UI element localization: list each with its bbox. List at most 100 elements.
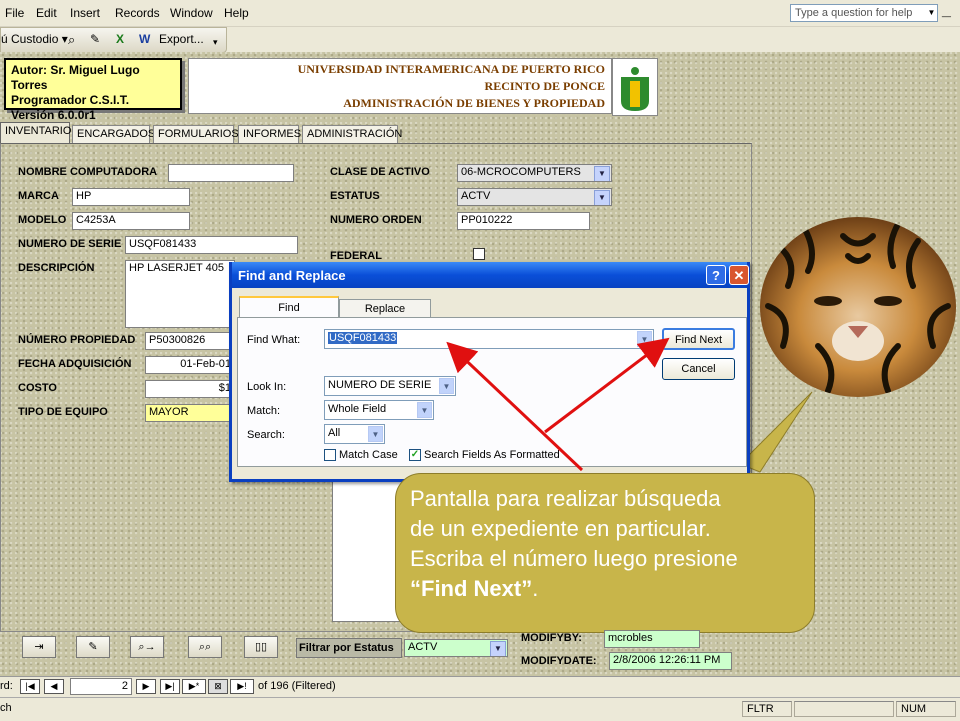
- clase-activo-combo[interactable]: 06-MCROCOMPUTERS ▼: [457, 164, 612, 182]
- modelo-field[interactable]: C4253A: [72, 212, 190, 230]
- edit-pencil-icon[interactable]: ✎: [90, 32, 100, 46]
- menu-help[interactable]: Help: [224, 6, 249, 20]
- university-logo: [612, 58, 658, 116]
- filter-label: Filtrar por Estatus: [296, 638, 402, 658]
- book-button[interactable]: ▯▯: [244, 636, 278, 658]
- ask-question-input[interactable]: Type a question for help: [790, 4, 938, 22]
- label-modelo: MODELO: [18, 214, 67, 226]
- previous-record-icon[interactable]: ◀: [44, 679, 64, 694]
- marca-field[interactable]: HP: [72, 188, 190, 206]
- tab-informes[interactable]: INFORMES: [238, 125, 301, 143]
- chevron-down-icon[interactable]: ▼: [594, 190, 610, 205]
- label-clase-activo: CLASE DE ACTIVO: [330, 166, 430, 178]
- callout-line: Escriba el número luego presione: [410, 546, 738, 571]
- save-button[interactable]: ✎: [76, 636, 110, 658]
- toolbar-options-icon[interactable]: ▾: [213, 37, 218, 48]
- tab-find[interactable]: Find: [239, 296, 339, 318]
- modifydate-field: 2/8/2006 12:26:11 PM: [609, 652, 732, 670]
- find-records-button[interactable]: ⌕→: [130, 636, 164, 658]
- estatus-value: ACTV: [461, 190, 491, 202]
- filter-estatus-combo[interactable]: ACTV ▼: [404, 639, 508, 657]
- dialog-title: Find and Replace: [238, 268, 346, 283]
- clase-activo-value: 06-MCROCOMPUTERS: [461, 166, 581, 178]
- search-value: All: [328, 427, 341, 439]
- exit-button[interactable]: ⇥: [22, 636, 56, 658]
- binoculars-icon: ⌕⌕: [198, 641, 212, 653]
- chevron-down-icon[interactable]: ▼: [637, 331, 652, 347]
- chevron-down-icon[interactable]: ▼: [368, 426, 383, 442]
- menu-insert[interactable]: Insert: [70, 6, 100, 20]
- excel-icon[interactable]: X: [116, 32, 124, 46]
- delete-record-icon[interactable]: ⊠: [208, 679, 228, 694]
- search-label: Search:: [247, 429, 285, 441]
- custodio-label: ú Custodio: [1, 32, 59, 46]
- tab-replace[interactable]: Replace: [339, 299, 431, 318]
- current-record-input[interactable]: 2: [70, 678, 132, 695]
- menu-window[interactable]: Window: [170, 6, 213, 20]
- ask-dropdown-icon[interactable]: ▼: [926, 5, 937, 21]
- cancel-button[interactable]: Cancel: [662, 358, 735, 380]
- record-navigation: rd: |◀ ◀ 2 ▶ ▶| ▶* ⊠ ▶! of 196 (Filtered…: [0, 676, 960, 697]
- numero-orden-field[interactable]: PP010222: [457, 212, 590, 230]
- close-icon[interactable]: ✕: [729, 265, 749, 285]
- first-record-icon[interactable]: |◀: [20, 679, 40, 694]
- label-costo: COSTO: [18, 382, 57, 394]
- callout-find-next: “Find Next”: [410, 576, 533, 601]
- look-in-value: NUMERO DE SERIE: [328, 379, 432, 391]
- find-what-input[interactable]: USQF081433 ▼: [324, 329, 654, 349]
- chevron-down-icon[interactable]: ▼: [490, 641, 506, 656]
- look-in-select[interactable]: NUMERO DE SERIE ▼: [324, 376, 456, 396]
- chevron-down-icon[interactable]: ▼: [439, 378, 454, 394]
- descripcion-field[interactable]: HP LASERJET 405: [125, 260, 235, 328]
- match-label: Match:: [247, 405, 281, 417]
- status-bar: ch FLTR NUM: [0, 697, 960, 721]
- dialog-title-bar[interactable]: Find and Replace ? ✕: [232, 262, 749, 288]
- tab-inventario[interactable]: INVENTARIO: [0, 122, 71, 144]
- fecha-adquisicion-field[interactable]: 01-Feb-01: [145, 356, 235, 374]
- minimize-icon[interactable]: _: [942, 2, 951, 20]
- tipo-equipo-field[interactable]: MAYOR: [145, 404, 235, 422]
- federal-checkbox[interactable]: [473, 248, 485, 260]
- author-line: Versión 6.0.0r1: [11, 108, 96, 122]
- search-formatted-checkbox[interactable]: ✓: [409, 449, 421, 461]
- record-count: of 196 (Filtered): [258, 680, 336, 692]
- last-record-icon[interactable]: ▶|: [160, 679, 180, 694]
- export-button[interactable]: Export...: [159, 32, 204, 46]
- help-icon[interactable]: ?: [706, 265, 726, 285]
- menu-file[interactable]: File: [5, 6, 24, 20]
- label-fecha-adquisicion: FECHA ADQUISICIÓN: [18, 358, 132, 370]
- word-icon[interactable]: W: [139, 32, 150, 46]
- chevron-down-icon[interactable]: ▼: [594, 166, 610, 181]
- record-label: rd:: [0, 680, 13, 692]
- custodio-menu[interactable]: ú Custodio ▾: [1, 32, 68, 46]
- match-select[interactable]: Whole Field ▼: [324, 400, 434, 420]
- new-record-icon[interactable]: ▶*: [182, 679, 206, 694]
- search-button[interactable]: ⌕⌕: [188, 636, 222, 658]
- tab-encargados[interactable]: ENCARGADOS: [72, 125, 155, 143]
- filter-estatus-value: ACTV: [408, 641, 438, 653]
- binoculars-icon[interactable]: ⌕: [68, 32, 75, 48]
- numero-serie-field[interactable]: USQF081433: [125, 236, 298, 254]
- find-what-value: USQF081433: [328, 332, 398, 344]
- search-select[interactable]: All ▼: [324, 424, 385, 444]
- chevron-down-icon[interactable]: ▼: [417, 402, 432, 418]
- label-descripcion: DESCRIPCIÓN: [18, 262, 95, 274]
- next-record-icon[interactable]: ▶: [136, 679, 156, 694]
- costo-field[interactable]: $1: [145, 380, 235, 398]
- menu-edit[interactable]: Edit: [36, 6, 57, 20]
- status-num: NUM: [896, 701, 956, 717]
- header-university: UNIVERSIDAD INTERAMERICANA DE PUERTO RIC…: [297, 62, 605, 76]
- label-estatus: ESTATUS: [330, 190, 380, 202]
- tab-formularios[interactable]: FORMULARIOS: [153, 125, 239, 143]
- tab-administracion[interactable]: ADMINISTRACIÓN: [302, 125, 402, 143]
- numero-propiedad-field[interactable]: P50300826: [145, 332, 235, 350]
- filter-record-icon[interactable]: ▶!: [230, 679, 254, 694]
- find-next-button[interactable]: Find Next: [662, 328, 735, 350]
- nombre-computadora-field[interactable]: [168, 164, 294, 182]
- menu-records[interactable]: Records: [115, 6, 160, 20]
- match-case-checkbox[interactable]: [324, 449, 336, 461]
- estatus-combo[interactable]: ACTV ▼: [457, 188, 612, 206]
- label-numero-propiedad: NÚMERO PROPIEDAD: [18, 334, 136, 346]
- modifydate-label: MODIFYDATE:: [521, 655, 597, 667]
- author-line: Autor: Sr. Miguel Lugo Torres: [11, 63, 140, 92]
